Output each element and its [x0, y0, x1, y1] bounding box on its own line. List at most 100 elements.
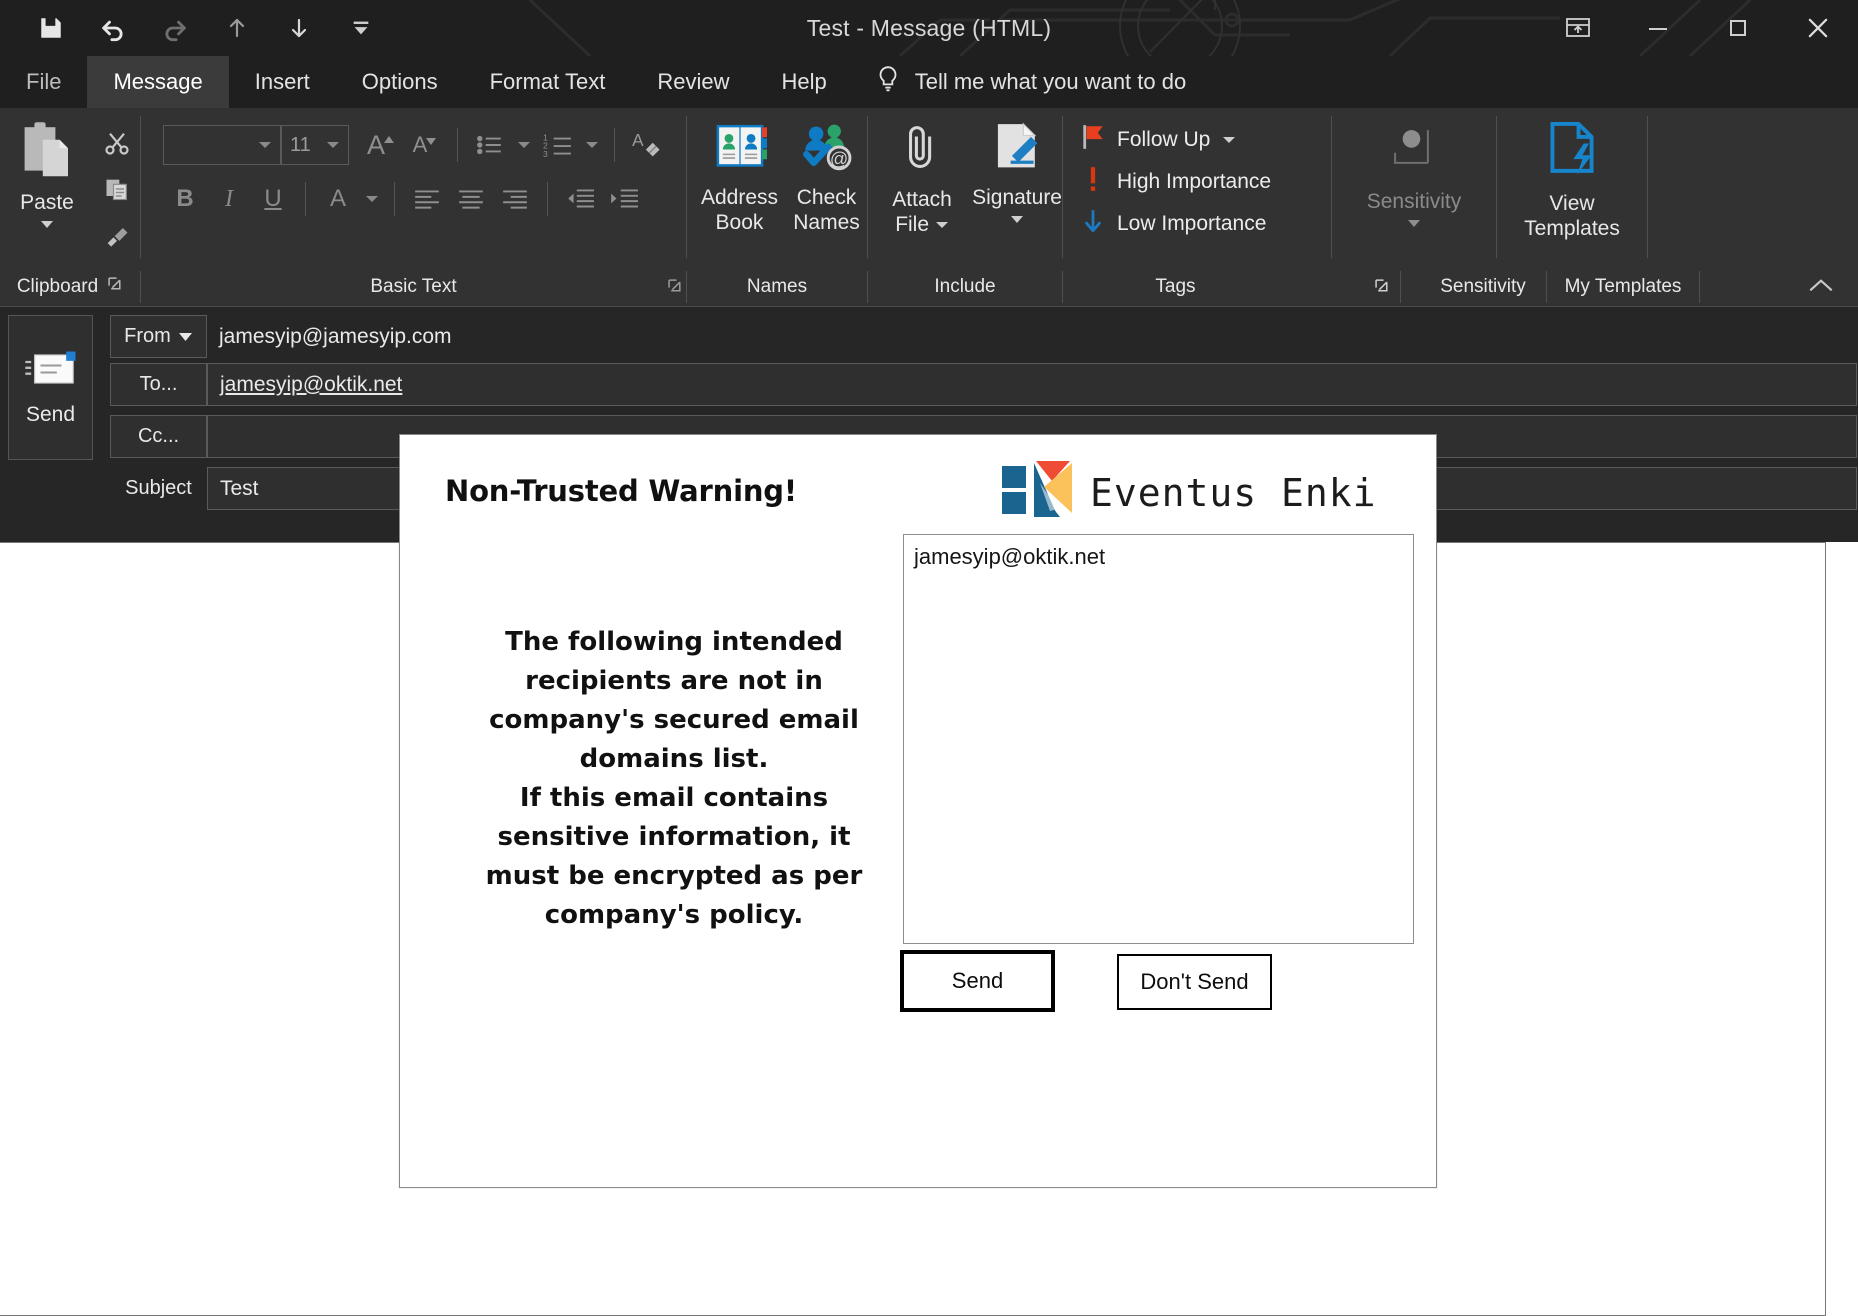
group-label-include: Include [934, 276, 996, 297]
to-button[interactable]: To... [110, 363, 207, 406]
eventus-enki-logo-mark [1000, 457, 1076, 528]
up-arrow-icon[interactable] [220, 11, 254, 45]
subject-value: Test [220, 476, 259, 500]
sensitivity-button[interactable]: Sensitivity [1332, 108, 1496, 234]
align-center-icon[interactable] [449, 178, 493, 220]
font-name-combo[interactable] [163, 125, 281, 165]
dialog-send-button[interactable]: Send [900, 950, 1055, 1012]
grow-font-icon[interactable]: A [359, 124, 403, 166]
signature-dropdown-icon[interactable] [1009, 212, 1025, 230]
collapse-ribbon-icon[interactable] [1806, 275, 1836, 302]
low-importance-button[interactable]: Low Importance [1081, 206, 1271, 242]
high-importance-label: High Importance [1117, 170, 1272, 193]
ribbon: Paste 11 A A 1 2 3 A B I U A Address Boo… [0, 108, 1858, 267]
font-size-combo[interactable]: 11 [281, 125, 349, 165]
window-controls [1538, 0, 1858, 56]
send-button[interactable]: Send [8, 315, 93, 460]
paste-button[interactable]: Paste [0, 108, 94, 235]
tell-me-search[interactable]: Tell me what you want to do [853, 56, 1208, 108]
attach-file-button[interactable]: Attach File [880, 108, 964, 237]
numbering-icon[interactable]: 123 [536, 124, 580, 166]
down-arrow-icon[interactable] [282, 11, 316, 45]
dialog-message: The following intended recipients are no… [459, 623, 889, 935]
dialog-message-line1: The following intended recipients are no… [489, 627, 859, 774]
tab-message[interactable]: Message [87, 56, 229, 108]
underline-button[interactable]: U [251, 178, 295, 220]
recipients-listbox[interactable]: jamesyip@oktik.net [903, 534, 1414, 944]
cc-button[interactable]: Cc... [110, 415, 207, 458]
save-icon[interactable] [34, 11, 68, 45]
align-right-icon[interactable] [493, 178, 537, 220]
flag-icon [1081, 123, 1105, 157]
check-names-button[interactable]: @ Check Names [786, 108, 867, 235]
svg-text:@: @ [829, 149, 847, 169]
maximize-icon[interactable] [1698, 0, 1778, 56]
sensitivity-dropdown-icon[interactable] [1406, 216, 1422, 234]
minimize-icon[interactable] [1618, 0, 1698, 56]
font-color-icon[interactable]: A [316, 178, 360, 220]
clear-formatting-icon[interactable]: A [625, 124, 669, 166]
redo-icon[interactable] [158, 11, 192, 45]
underline-label: U [264, 185, 282, 212]
cc-label: Cc... [137, 425, 180, 447]
exclamation-icon [1081, 165, 1105, 199]
tags-dialog-launcher-icon[interactable] [1375, 279, 1390, 299]
quick-access-toolbar [20, 0, 378, 56]
divider [305, 182, 306, 216]
cut-button[interactable] [94, 122, 140, 164]
group-label-names: Names [746, 276, 808, 297]
to-row: To... jamesyip@oktik.net [110, 363, 1857, 406]
decrease-indent-icon[interactable] [558, 178, 602, 220]
ribbon-group-names: Address Book @ Check Names [687, 108, 867, 267]
align-left-icon[interactable] [405, 178, 449, 220]
italic-button[interactable]: I [207, 178, 251, 220]
shrink-font-icon[interactable]: A [403, 124, 447, 166]
to-value: jamesyip@oktik.net [220, 372, 403, 396]
follow-up-button[interactable]: Follow Up [1081, 122, 1271, 158]
tab-review[interactable]: Review [631, 56, 755, 108]
tab-format-text[interactable]: Format Text [464, 56, 632, 108]
tab-file[interactable]: File [0, 56, 87, 108]
eventus-enki-logo: Eventus Enki [1000, 457, 1377, 528]
view-templates-label: View Templates [1524, 192, 1620, 240]
tab-insert[interactable]: Insert [229, 56, 336, 108]
from-button[interactable]: From [110, 315, 207, 358]
bullets-dropdown-icon[interactable] [512, 124, 536, 166]
copy-button[interactable] [94, 168, 140, 210]
clipboard-dialog-launcher-icon[interactable] [108, 276, 123, 298]
close-icon[interactable] [1778, 0, 1858, 56]
dialog-dont-send-button[interactable]: Don't Send [1117, 954, 1272, 1010]
to-field[interactable]: jamesyip@oktik.net [207, 363, 1857, 406]
address-book-icon [710, 120, 770, 179]
group-label-clipboard: Clipboard [0, 267, 140, 307]
format-painter-button[interactable] [94, 214, 140, 256]
basic-text-dialog-launcher-icon[interactable] [668, 279, 683, 299]
svg-text:3: 3 [543, 149, 548, 158]
from-value[interactable]: jamesyip@jamesyip.com [207, 315, 1858, 358]
numbering-dropdown-icon[interactable] [580, 124, 604, 166]
tab-options[interactable]: Options [336, 56, 464, 108]
view-templates-button[interactable]: View Templates [1497, 108, 1647, 241]
customize-qat-icon[interactable] [344, 11, 378, 45]
undo-icon[interactable] [96, 11, 130, 45]
eventus-enki-brand-text: Eventus Enki [1090, 470, 1377, 515]
list-item[interactable]: jamesyip@oktik.net [904, 535, 1413, 570]
lightbulb-icon [875, 65, 901, 99]
attach-file-label: Attach File [892, 188, 952, 236]
increase-indent-icon[interactable] [602, 178, 646, 220]
font-color-dropdown-icon[interactable] [360, 178, 384, 220]
ribbon-group-sensitivity: Sensitivity [1332, 108, 1496, 267]
ribbon-group-my-templates: View Templates [1497, 108, 1647, 267]
address-book-button[interactable]: Address Book [699, 108, 780, 235]
high-importance-button[interactable]: High Importance [1081, 164, 1271, 200]
paste-dropdown-icon[interactable] [39, 217, 55, 235]
signature-button[interactable]: Signature [972, 108, 1062, 230]
signature-icon [989, 120, 1045, 179]
title-bar: Test - Message (HTML) [0, 0, 1858, 56]
non-trusted-warning-dialog: Non-Trusted Warning! Eventus Enki The fo… [399, 434, 1437, 1188]
bullets-icon[interactable] [468, 124, 512, 166]
view-templates-icon [1543, 120, 1601, 185]
bold-button[interactable]: B [163, 178, 207, 220]
ribbon-display-options-icon[interactable] [1538, 0, 1618, 56]
tab-help[interactable]: Help [755, 56, 852, 108]
